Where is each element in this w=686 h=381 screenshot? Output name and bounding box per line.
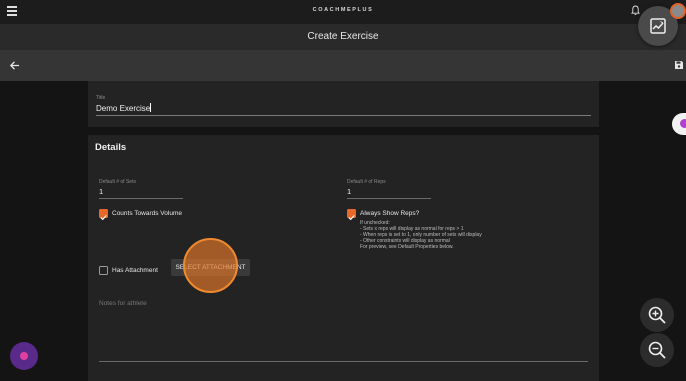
click-indicator xyxy=(183,238,238,293)
always-show-reps-checkbox[interactable] xyxy=(347,209,356,221)
image-icon xyxy=(650,18,666,34)
action-bar xyxy=(0,50,686,81)
brand-logo: COACHMEPLUS xyxy=(312,7,374,13)
zoom-in-button[interactable] xyxy=(640,298,674,332)
has-attachment-checkbox[interactable] xyxy=(99,266,108,275)
save-icon[interactable] xyxy=(674,60,684,70)
bell-icon[interactable] xyxy=(631,5,640,16)
avatar[interactable] xyxy=(670,3,686,19)
default-reps-input[interactable]: 1 xyxy=(347,187,431,199)
top-bar: COACHMEPLUS xyxy=(0,0,686,24)
has-attachment-label: Has Attachment xyxy=(112,267,158,274)
back-arrow-icon[interactable] xyxy=(9,60,20,71)
check-icon xyxy=(348,215,355,221)
always-show-reps-label: Always Show Reps? xyxy=(360,210,420,217)
check-icon xyxy=(100,215,107,221)
help-line: For preview, see Default Properties belo… xyxy=(360,244,454,250)
exercise-title-card: Title Demo Exercise xyxy=(88,81,599,127)
details-heading: Details xyxy=(95,142,127,153)
page-title: Create Exercise xyxy=(307,31,379,42)
zoom-out-button[interactable] xyxy=(640,333,674,367)
title-field-label: Title xyxy=(96,95,106,101)
details-card: Details Default # of Sets 1 Default # of… xyxy=(88,135,599,381)
notes-textarea[interactable]: Notes for athlete xyxy=(99,300,588,362)
text-caret xyxy=(150,103,152,112)
title-bar: Create Exercise xyxy=(0,24,686,50)
assistant-launcher[interactable] xyxy=(10,342,38,370)
zoom-in-icon xyxy=(648,306,666,324)
always-show-reps-help: If unchecked: - Sets x reps will display… xyxy=(360,220,482,250)
zoom-out-icon xyxy=(648,341,666,359)
default-sets-input[interactable]: 1 xyxy=(99,187,183,199)
title-input[interactable]: Demo Exercise xyxy=(96,103,591,116)
counts-towards-volume-label: Counts Towards Volume xyxy=(112,210,182,217)
default-reps-label: Default # of Reps xyxy=(347,179,386,185)
side-widget-tab[interactable] xyxy=(672,113,686,135)
title-input-value: Demo Exercise xyxy=(96,104,151,113)
default-sets-label: Default # of Sets xyxy=(99,179,136,185)
notes-placeholder: Notes for athlete xyxy=(99,300,147,307)
counts-towards-volume-checkbox[interactable] xyxy=(99,209,108,221)
